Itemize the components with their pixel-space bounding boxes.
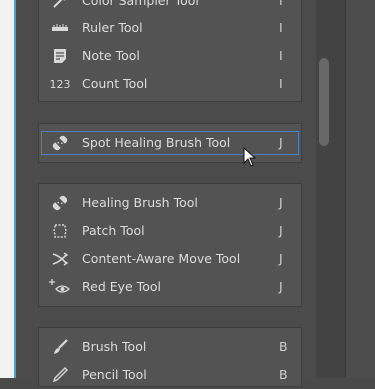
count-icon: 123 <box>49 74 71 94</box>
tool-item-ruler[interactable]: Ruler Tool I <box>39 14 301 42</box>
ruler-icon <box>49 18 71 38</box>
color-sampler-icon <box>49 0 71 11</box>
panel-divider <box>332 0 345 378</box>
tool-item-color-sampler[interactable]: Color Sampler Tool I <box>39 0 301 15</box>
shortcut-key: I <box>279 76 283 91</box>
note-icon <box>49 46 71 66</box>
bandage-icon <box>49 193 71 213</box>
tool-item-label: Color Sampler Tool <box>82 0 199 8</box>
tool-item-brush[interactable]: Brush Tool B <box>39 333 301 361</box>
tool-item-patch[interactable]: Patch Tool J <box>39 217 301 245</box>
shortcut-key: I <box>279 0 283 8</box>
mouse-cursor-icon <box>243 146 257 170</box>
tool-item-label: Pencil Tool <box>82 367 147 382</box>
shortcut-key: J <box>279 251 283 266</box>
brush-icon <box>49 337 71 357</box>
tool-group-spot-healing: Spot Healing Brush Tool J <box>38 123 302 163</box>
shortcut-key: B <box>279 339 288 354</box>
scrollbar-thumb[interactable] <box>319 58 329 146</box>
tool-item-pencil[interactable]: Pencil Tool B <box>39 361 301 389</box>
shortcut-key: J <box>279 279 283 294</box>
left-background-strip <box>0 0 14 378</box>
shortcut-key: I <box>279 48 283 63</box>
tool-item-label: Healing Brush Tool <box>82 195 198 210</box>
tool-item-healing-brush[interactable]: Healing Brush Tool J <box>39 189 301 217</box>
tool-item-label: Red Eye Tool <box>82 279 161 294</box>
tool-item-red-eye[interactable]: Red Eye Tool J <box>39 273 301 301</box>
pencil-icon <box>49 365 71 385</box>
tool-item-label: Brush Tool <box>82 339 147 354</box>
tool-item-label: Patch Tool <box>82 223 145 238</box>
tool-group-measure: Color Sampler Tool I Ruler Tool I Note T… <box>38 0 302 102</box>
tool-group-brush: Brush Tool B Pencil Tool B <box>38 327 302 387</box>
patch-icon <box>49 221 71 241</box>
tool-item-label: Note Tool <box>82 48 140 63</box>
bandage-icon <box>49 133 71 153</box>
tool-item-content-aware-move[interactable]: Content-Aware Move Tool J <box>39 245 301 273</box>
tool-item-spot-healing-brush[interactable]: Spot Healing Brush Tool J <box>39 129 301 157</box>
right-panel <box>345 0 375 378</box>
tool-item-label: Spot Healing Brush Tool <box>82 135 231 150</box>
shortcut-key: B <box>279 367 288 382</box>
content-aware-move-icon <box>49 249 71 269</box>
red-eye-icon <box>49 277 71 297</box>
count-icon-glyph: 123 <box>49 77 71 91</box>
tool-item-note[interactable]: Note Tool I <box>39 42 301 70</box>
shortcut-key: J <box>279 135 283 150</box>
scrollbar[interactable] <box>316 0 332 378</box>
shortcut-key: J <box>279 223 283 238</box>
shortcut-key: I <box>279 20 283 35</box>
tool-item-label: Content-Aware Move Tool <box>82 251 241 266</box>
tool-group-healing: Healing Brush Tool J Patch Tool J Conten… <box>38 183 302 307</box>
shortcut-key: J <box>279 195 283 210</box>
tool-item-label: Ruler Tool <box>82 20 143 35</box>
tool-item-count[interactable]: 123 Count Tool I <box>39 70 301 98</box>
tool-item-label: Count Tool <box>82 76 148 91</box>
